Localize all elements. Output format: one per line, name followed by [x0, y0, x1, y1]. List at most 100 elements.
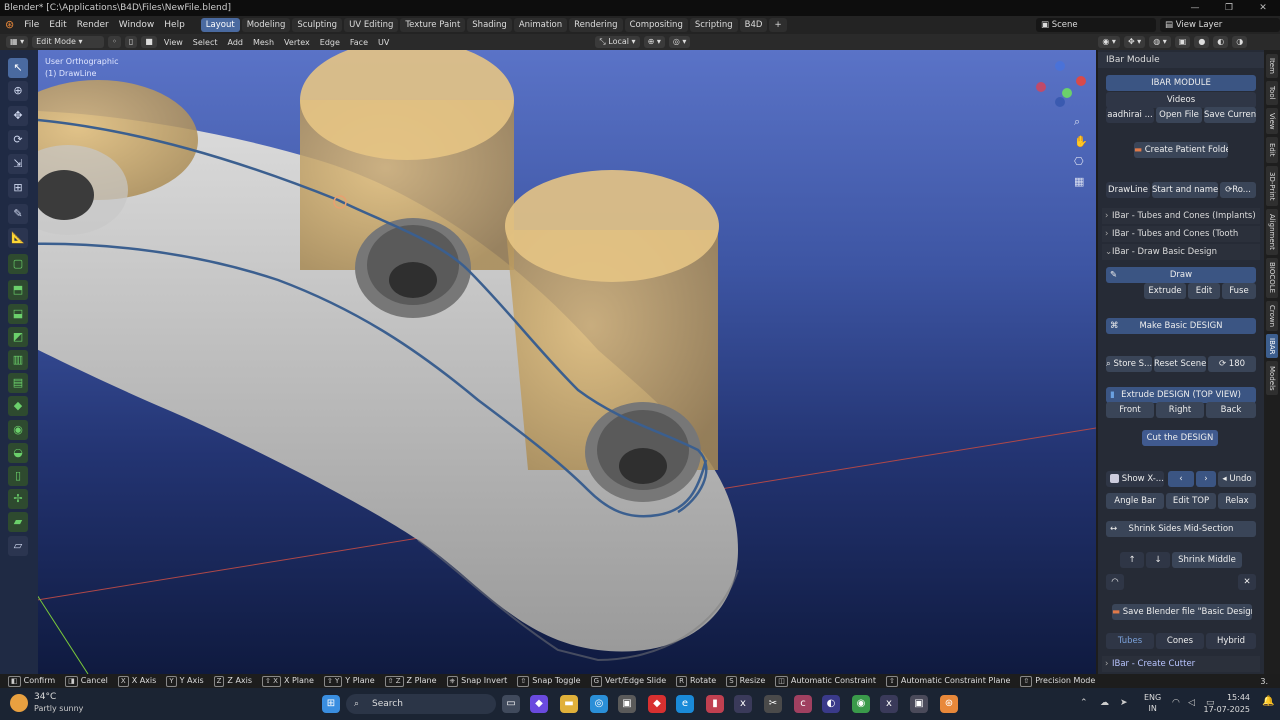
store-icon[interactable]: ▣ — [618, 695, 636, 713]
overlay-toggle[interactable]: ◍ ▾ — [1149, 36, 1171, 48]
tab-animation[interactable]: Animation — [513, 18, 568, 32]
file-explorer-icon[interactable]: ▬ — [560, 695, 578, 713]
ro-button[interactable]: ⟳Ro... — [1220, 182, 1256, 198]
hybrid-tab[interactable]: Hybrid — [1206, 633, 1256, 649]
add-workspace-button[interactable]: + — [769, 18, 787, 32]
view-layer-selector[interactable]: ▤ View Layer — [1160, 18, 1280, 32]
edit-top-button[interactable]: Edit TOP — [1166, 493, 1216, 509]
show-x-checkbox[interactable]: Show X-... — [1106, 471, 1164, 487]
tab-sculpting[interactable]: Sculpting — [292, 18, 343, 32]
cones-tab[interactable]: Cones — [1156, 633, 1204, 649]
gizmo-toggle[interactable]: ✥ ▾ — [1123, 36, 1146, 48]
editor-type-button[interactable]: ▦ ▾ — [6, 36, 29, 48]
vtab-view[interactable]: View — [1266, 108, 1278, 134]
app-red-icon[interactable]: ◆ — [648, 695, 666, 713]
cut-design-button[interactable]: Cut the DESIGN — [1142, 430, 1218, 446]
user-dropdown[interactable]: aadhirai ... — [1106, 107, 1154, 123]
transform-tool[interactable]: ⊞ — [8, 178, 28, 198]
rotate-180-button[interactable]: ⟳ 180 — [1208, 356, 1256, 372]
shrink-up-button[interactable]: ↑ — [1120, 552, 1144, 568]
select-mode-face[interactable]: ■ — [141, 36, 157, 48]
scale-tool[interactable]: ⇲ — [8, 154, 28, 174]
windows-start-icon[interactable]: ⊞ — [322, 695, 340, 713]
menu-vertex[interactable]: Vertex — [281, 38, 313, 47]
tab-uv-editing[interactable]: UV Editing — [344, 18, 399, 32]
select-mode-vertex[interactable]: ◦ — [108, 36, 121, 48]
select-box-tool[interactable]: ↖ — [8, 58, 28, 78]
transform-orientation-selector[interactable]: ⤡ Local ▾ — [595, 36, 640, 48]
close-button[interactable]: ✕ — [1246, 0, 1280, 16]
language-indicator[interactable]: ENG IN — [1144, 692, 1161, 714]
loop-cut-tool[interactable]: ▥ — [8, 350, 28, 370]
arrow-right-button[interactable]: › — [1196, 471, 1216, 487]
spin-tool[interactable]: ◉ — [8, 420, 28, 440]
draw-button[interactable]: ✎ Draw — [1106, 267, 1256, 283]
exocad-icon[interactable]: x — [734, 695, 752, 713]
menu-window[interactable]: Window — [114, 16, 160, 34]
shrink-middle-button[interactable]: Shrink Middle — [1172, 552, 1242, 568]
scene-selector[interactable]: ▣ Scene — [1036, 18, 1156, 32]
tab-layout[interactable]: Layout — [200, 18, 240, 32]
shrink-fatten-tool[interactable]: ✢ — [8, 489, 28, 509]
close-x-button[interactable]: ✕ — [1238, 574, 1256, 590]
eye-toggle-icon[interactable]: ◠ — [1106, 574, 1124, 590]
notification-bell-icon[interactable]: 🔔 — [1262, 696, 1274, 707]
fuse-button[interactable]: Fuse — [1222, 283, 1256, 299]
save-blender-file-button[interactable]: ▬ Save Blender file "Basic Design" — [1112, 604, 1252, 620]
shading-solid[interactable]: ● — [1194, 36, 1210, 48]
mode-selector[interactable]: Edit Mode ▾ — [32, 36, 105, 48]
open-file-button[interactable]: Open File — [1156, 107, 1202, 123]
smooth-tool[interactable]: ◒ — [8, 443, 28, 463]
back-view-button[interactable]: Back — [1206, 402, 1256, 418]
videos-button[interactable]: Videos — [1106, 92, 1256, 108]
measure-tool[interactable]: 📐 — [8, 228, 28, 248]
drawline-field[interactable]: DrawLine — [1106, 182, 1150, 198]
bevel-tool[interactable]: ◩ — [8, 327, 28, 347]
section-draw-basic-design[interactable]: IBar - Draw Basic Design — [1102, 244, 1260, 260]
blender-taskbar-icon[interactable]: ⊛ — [940, 695, 958, 713]
menu-face[interactable]: Face — [347, 38, 371, 47]
edit-button[interactable]: Edit — [1188, 283, 1220, 299]
menu-mesh[interactable]: Mesh — [250, 38, 277, 47]
front-view-button[interactable]: Front — [1106, 402, 1154, 418]
relax-button[interactable]: Relax — [1218, 493, 1256, 509]
vtab-edit[interactable]: Edit — [1266, 137, 1278, 163]
move-tool[interactable]: ✥ — [8, 106, 28, 126]
app-monitor-icon[interactable]: ▣ — [910, 695, 928, 713]
volume-icon[interactable]: ◁ — [1188, 698, 1195, 708]
tab-compositing[interactable]: Compositing — [624, 18, 688, 32]
vtab-biocole[interactable]: BIOCOLE — [1266, 258, 1278, 298]
proportional-edit-toggle[interactable]: ◎ ▾ — [668, 36, 691, 48]
cursor-tool[interactable]: ⊕ — [8, 81, 28, 101]
vtab-item[interactable]: Item — [1266, 54, 1278, 78]
arrow-left-button[interactable]: ‹ — [1168, 471, 1194, 487]
tab-scripting[interactable]: Scripting — [689, 18, 738, 32]
tab-shading[interactable]: Shading — [467, 18, 512, 32]
menu-uv[interactable]: UV — [375, 38, 392, 47]
tray-chevron-icon[interactable]: ⌃ — [1080, 698, 1088, 708]
vtab-3d-print[interactable]: 3D-Print — [1266, 166, 1278, 206]
snap-toggle[interactable]: ⊕ ▾ — [643, 36, 665, 48]
menu-view[interactable]: View — [161, 38, 186, 47]
menu-edge[interactable]: Edge — [317, 38, 343, 47]
maximize-button[interactable]: ❐ — [1212, 0, 1246, 16]
menu-render[interactable]: Render — [72, 16, 114, 34]
browser-icon[interactable]: ◎ — [590, 695, 608, 713]
save-current-button[interactable]: Save Current — [1204, 107, 1256, 123]
select-mode-edge[interactable]: ▯ — [124, 36, 138, 48]
section-tubes-tooth-preps[interactable]: IBar - Tubes and Cones (Tooth Preps) — [1102, 226, 1260, 255]
extrude-region-tool[interactable]: ⬒ — [8, 280, 28, 300]
wifi-icon[interactable]: ◠ — [1172, 698, 1180, 708]
clock[interactable]: 15:44 17-07-2025 — [1204, 692, 1251, 716]
section-create-cutter[interactable]: IBar - Create Cutter — [1102, 656, 1260, 672]
menu-select[interactable]: Select — [190, 38, 221, 47]
extrude-design-button[interactable]: ▮ Extrude DESIGN (TOP VIEW) — [1106, 387, 1256, 403]
vtab-models[interactable]: Models — [1266, 361, 1278, 395]
shading-material[interactable]: ◐ — [1213, 36, 1229, 48]
tab-texture-paint[interactable]: Texture Paint — [400, 18, 466, 32]
menu-help[interactable]: Help — [159, 16, 190, 34]
start-and-name-button[interactable]: Start and name H... — [1152, 182, 1218, 198]
tab-rendering[interactable]: Rendering — [569, 18, 623, 32]
vtab-ibar[interactable]: IBAR — [1266, 334, 1278, 358]
xray-toggle[interactable]: ▣ — [1174, 36, 1191, 48]
